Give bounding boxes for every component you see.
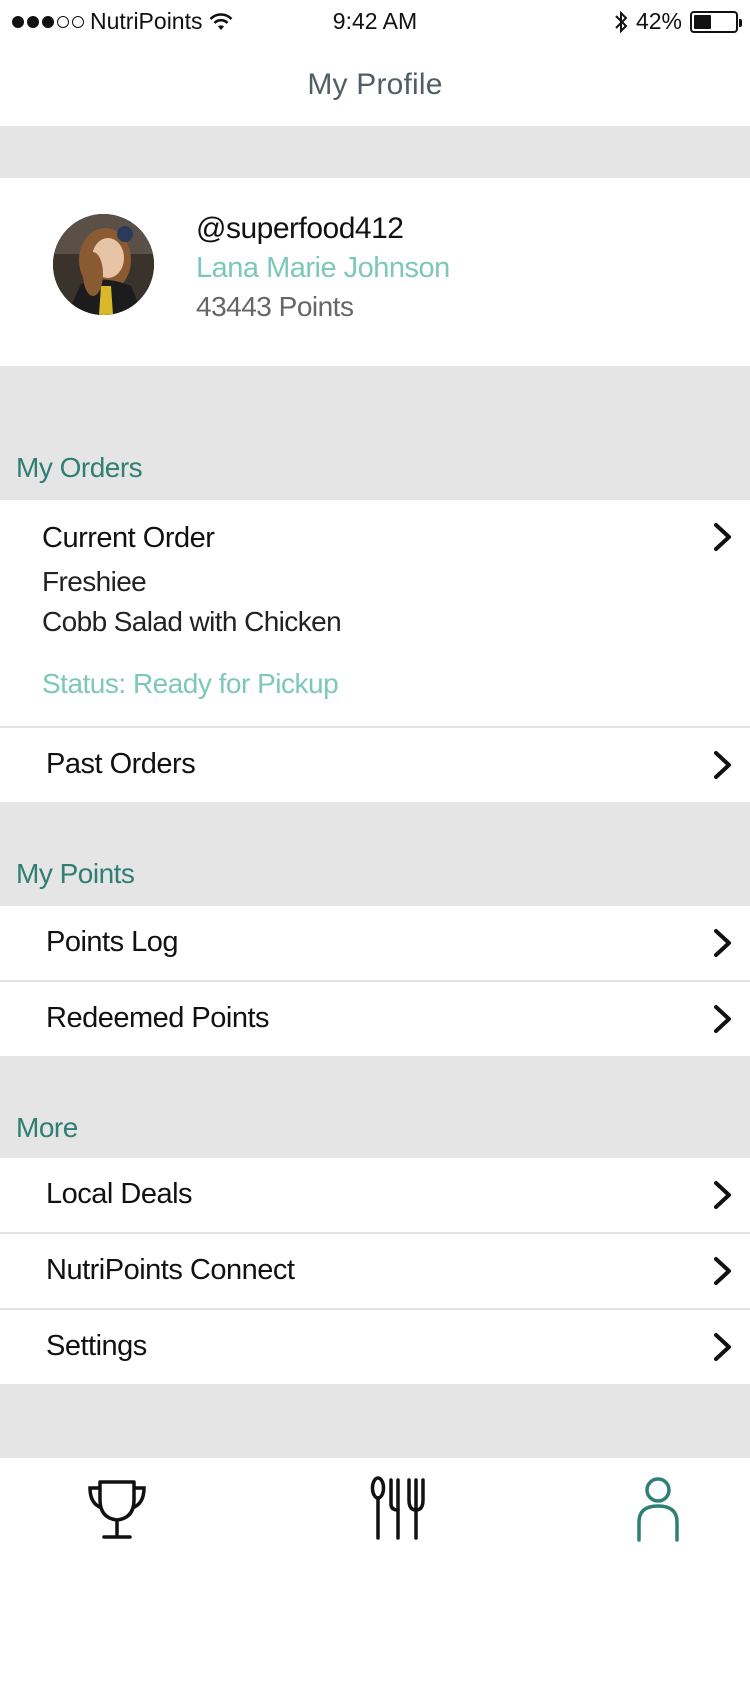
local-deals-row[interactable]: Local Deals bbox=[0, 1158, 750, 1234]
profile-handle: @superfood412 bbox=[196, 212, 404, 245]
redeemed-points-row[interactable]: Redeemed Points bbox=[0, 982, 750, 1056]
section-heading-points: My Points bbox=[16, 858, 135, 889]
section-heading-orders: My Orders bbox=[16, 452, 143, 483]
chevron-right-icon bbox=[714, 751, 731, 779]
section-heading-more: More bbox=[16, 1112, 78, 1143]
divider-band bbox=[0, 126, 750, 178]
nutripoints-connect-row[interactable]: NutriPoints Connect bbox=[0, 1234, 750, 1310]
chevron-right-icon bbox=[714, 523, 731, 551]
avatar-photo bbox=[53, 214, 154, 315]
more-section-band bbox=[0, 1056, 750, 1158]
current-order-item: Cobb Salad with Chicken bbox=[42, 606, 342, 637]
tab-bar bbox=[0, 1458, 750, 1685]
trophy-icon bbox=[88, 1480, 146, 1539]
chevron-right-icon bbox=[714, 929, 731, 957]
chevron-right-icon bbox=[714, 1005, 731, 1033]
settings-row[interactable]: Settings bbox=[0, 1310, 750, 1384]
current-order-restaurant: Freshiee bbox=[42, 566, 147, 597]
profile-name: Lana Marie Johnson bbox=[196, 252, 450, 284]
battery-fill bbox=[694, 14, 711, 29]
settings-label: Settings bbox=[46, 1330, 147, 1362]
points-section-band bbox=[0, 802, 750, 906]
tab-profile[interactable] bbox=[618, 1474, 698, 1550]
status-bar: NutriPoints 9:42 AM 42% bbox=[0, 0, 750, 44]
bottom-band bbox=[0, 1384, 750, 1458]
title-bar: My Profile bbox=[0, 44, 750, 126]
current-order-title: Current Order bbox=[42, 522, 215, 554]
avatar[interactable] bbox=[53, 214, 154, 315]
profile-icon bbox=[637, 1477, 679, 1542]
redeemed-points-label: Redeemed Points bbox=[46, 1002, 270, 1034]
current-order-status: Status: Ready for Pickup bbox=[42, 668, 339, 699]
points-log-label: Points Log bbox=[46, 926, 179, 958]
tab-restaurants[interactable] bbox=[358, 1474, 438, 1550]
past-orders-row[interactable]: Past Orders bbox=[0, 728, 750, 802]
past-orders-label: Past Orders bbox=[46, 748, 196, 780]
current-order-row[interactable]: Current Order Freshiee Cobb Salad with C… bbox=[0, 500, 750, 728]
tab-rewards[interactable] bbox=[77, 1474, 157, 1550]
bluetooth-icon bbox=[615, 10, 628, 33]
page-title: My Profile bbox=[307, 68, 443, 101]
profile-points: 43443 Points bbox=[196, 291, 354, 322]
status-right: 42% bbox=[614, 8, 742, 35]
nutripoints-connect-label: NutriPoints Connect bbox=[46, 1254, 295, 1286]
chevron-right-icon bbox=[714, 1257, 731, 1285]
profile-card[interactable]: @superfood412 Lana Marie Johnson 43443 P… bbox=[0, 178, 750, 366]
battery-percent: 42% bbox=[635, 8, 682, 34]
points-log-row[interactable]: Points Log bbox=[0, 906, 750, 982]
chevron-right-icon bbox=[714, 1333, 731, 1361]
local-deals-label: Local Deals bbox=[46, 1178, 193, 1210]
battery-icon bbox=[690, 10, 742, 33]
utensils-icon bbox=[370, 1476, 425, 1540]
profile-info: @superfood412 Lana Marie Johnson 43443 P… bbox=[196, 212, 450, 323]
chevron-right-icon bbox=[714, 1181, 731, 1209]
